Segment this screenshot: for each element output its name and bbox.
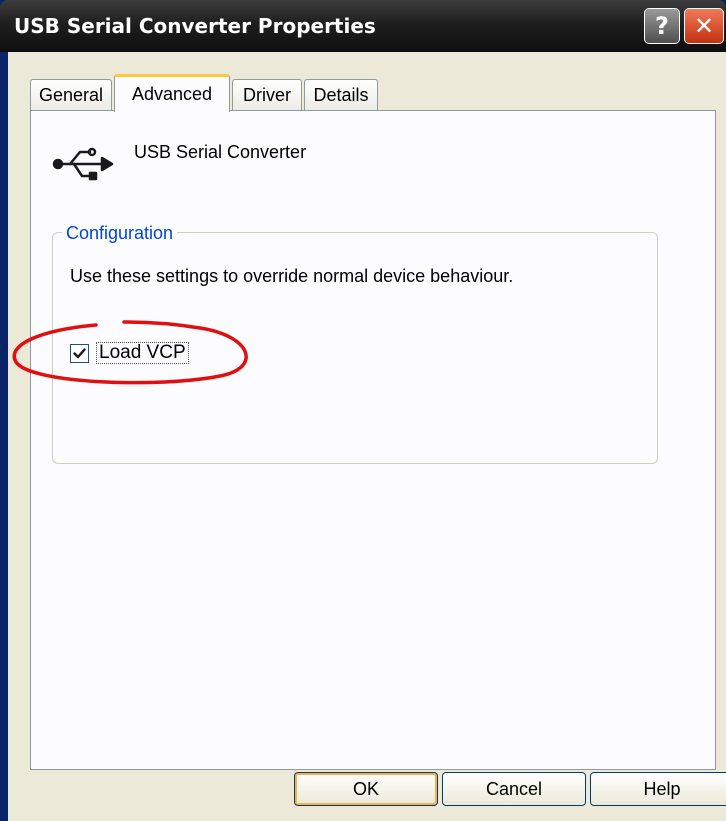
checkmark-icon	[73, 348, 86, 359]
load-vcp-checkbox[interactable]	[70, 344, 89, 363]
tab-general[interactable]: General	[30, 79, 112, 111]
help-button-label: Help	[643, 778, 681, 799]
tab-details[interactable]: Details	[304, 79, 378, 111]
tab-advanced-label: Advanced	[131, 84, 213, 104]
configuration-description: Use these settings to override normal de…	[70, 266, 514, 286]
usb-icon	[52, 147, 114, 181]
tab-advanced[interactable]: Advanced	[114, 74, 230, 112]
cancel-button-label: Cancel	[485, 778, 543, 799]
dialog-client-area: General Advanced Driver Details USB Seri…	[8, 52, 726, 821]
tab-general-label: General	[38, 85, 104, 105]
help-button[interactable]: Help	[590, 772, 726, 806]
tab-driver[interactable]: Driver	[232, 79, 302, 111]
properties-window: USB Serial Converter Properties ? ✕ Gene…	[0, 0, 726, 821]
title-bar[interactable]: USB Serial Converter Properties ? ✕	[0, 0, 726, 52]
ok-button[interactable]: OK	[294, 772, 438, 806]
configuration-group-label: Configuration	[62, 223, 178, 244]
device-name: USB Serial Converter	[134, 142, 307, 162]
close-button[interactable]: ✕	[684, 8, 724, 44]
help-title-button[interactable]: ?	[644, 8, 680, 44]
cancel-button[interactable]: Cancel	[442, 772, 586, 806]
tab-details-label: Details	[313, 85, 369, 105]
ok-button-label: OK	[352, 778, 379, 799]
tab-driver-label: Driver	[243, 85, 291, 105]
window-title: USB Serial Converter Properties	[14, 14, 376, 38]
load-vcp-label[interactable]: Load VCP	[96, 342, 189, 364]
